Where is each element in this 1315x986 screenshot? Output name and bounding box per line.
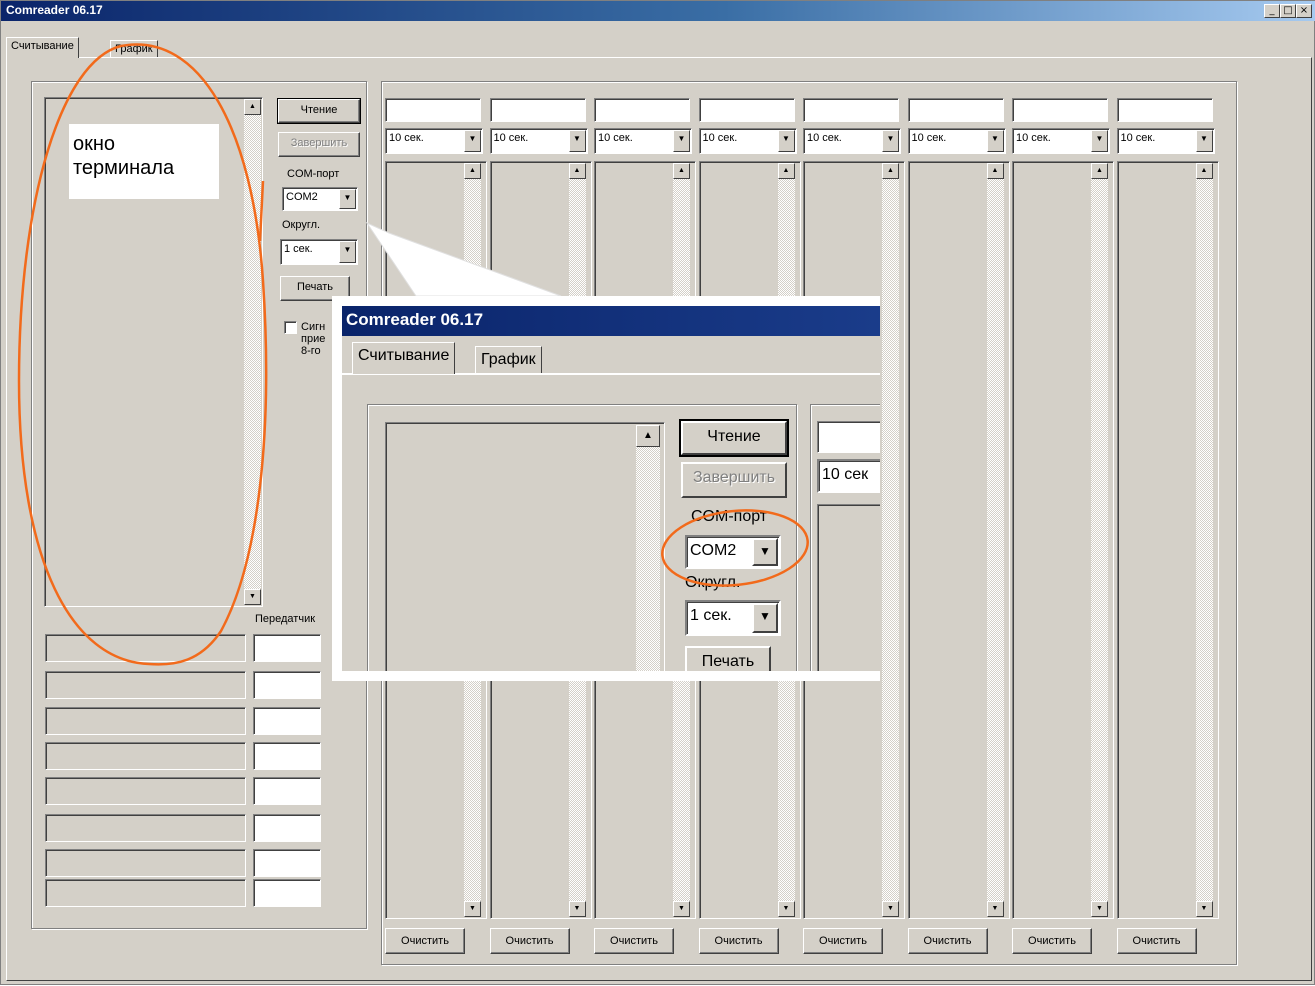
zoom-window: Comreader 06.17 Считывание График ▲ Чтен… (342, 306, 880, 671)
terminal-annotation-ellipse (17, 43, 268, 666)
zoom-inset: Comreader 06.17 Считывание График ▲ Чтен… (332, 296, 880, 681)
annotation-tick (258, 180, 265, 242)
app-window: Comreader 06.17 _ □ × Считывание График … (0, 0, 1315, 985)
com-port-annotation-ellipse (661, 509, 809, 587)
tab-reading[interactable]: Считывание (6, 37, 79, 58)
zoom-callout (365, 221, 562, 297)
zoom-tab-reading[interactable]: Считывание (352, 342, 456, 374)
